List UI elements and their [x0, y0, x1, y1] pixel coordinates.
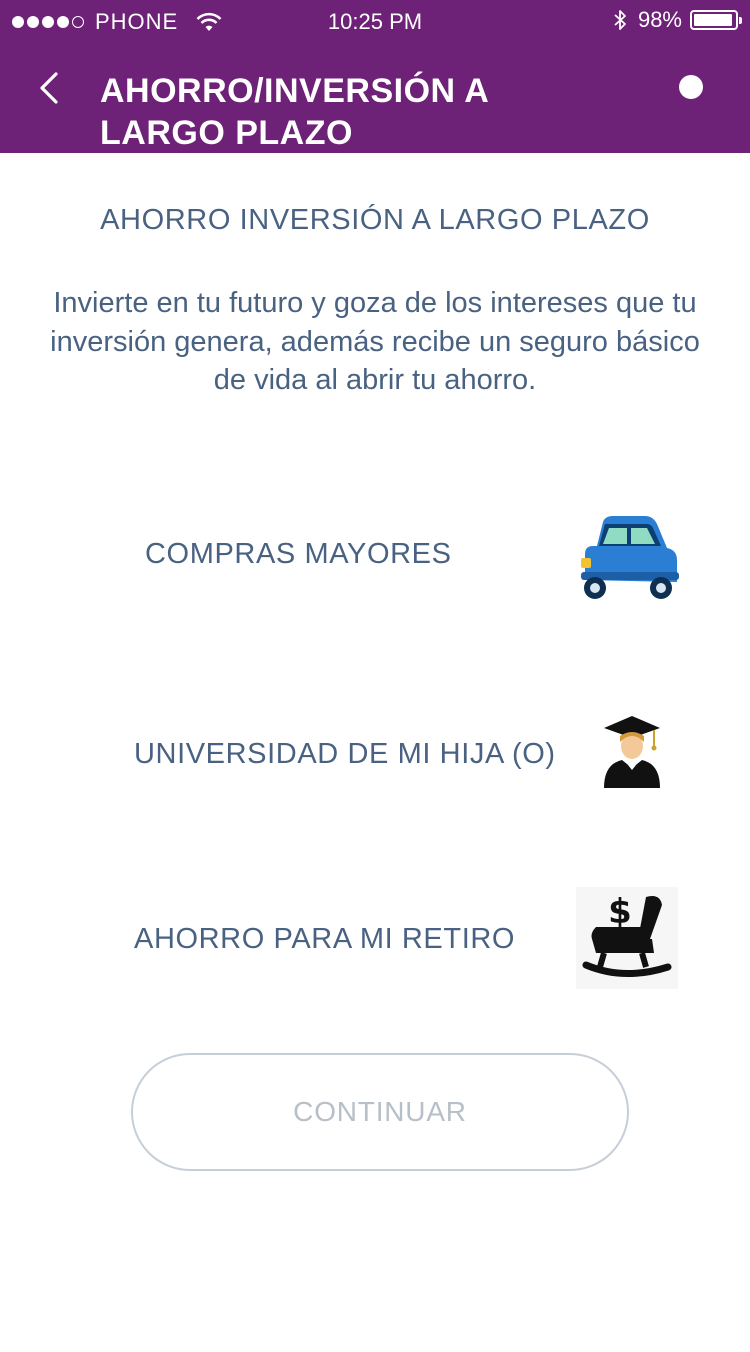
- option-universidad[interactable]: UNIVERSIDAD DE MI HIJA (O): [0, 700, 750, 800]
- status-bar: PHONE 10:25 PM 98%: [0, 0, 750, 44]
- continue-button[interactable]: CONTINUAR: [131, 1053, 629, 1171]
- svg-text:$: $: [608, 892, 632, 932]
- back-button[interactable]: [30, 66, 70, 110]
- graduate-icon: [604, 716, 660, 788]
- section-description: Invierte en tu futuro y goza de los inte…: [50, 287, 700, 396]
- car-icon: [581, 516, 679, 599]
- rocking-chair-money-icon: $: [576, 887, 678, 989]
- bluetooth-icon: [614, 10, 626, 30]
- battery-percentage: 98%: [637, 7, 682, 32]
- top-bar: PHONE 10:25 PM 98% AHORRO/INVERSIÓN A LA…: [0, 0, 750, 153]
- option-label: COMPRAS MAYORES: [145, 538, 452, 570]
- option-compras-mayores[interactable]: COMPRAS MAYORES: [0, 500, 750, 610]
- section-heading: AHORRO INVERSIÓN A LARGO PLAZO: [100, 204, 650, 236]
- option-label: UNIVERSIDAD DE MI HIJA (O): [134, 738, 556, 770]
- option-label: AHORRO PARA MI RETIRO: [134, 923, 516, 955]
- battery-icon: [690, 10, 742, 30]
- circle-dot-icon[interactable]: [679, 75, 703, 99]
- page-title: AHORRO/INVERSIÓN A LARGO PLAZO: [100, 72, 489, 152]
- option-retiro[interactable]: AHORRO PARA MI RETIRO $: [0, 885, 750, 990]
- status-right: 98%: [612, 7, 742, 33]
